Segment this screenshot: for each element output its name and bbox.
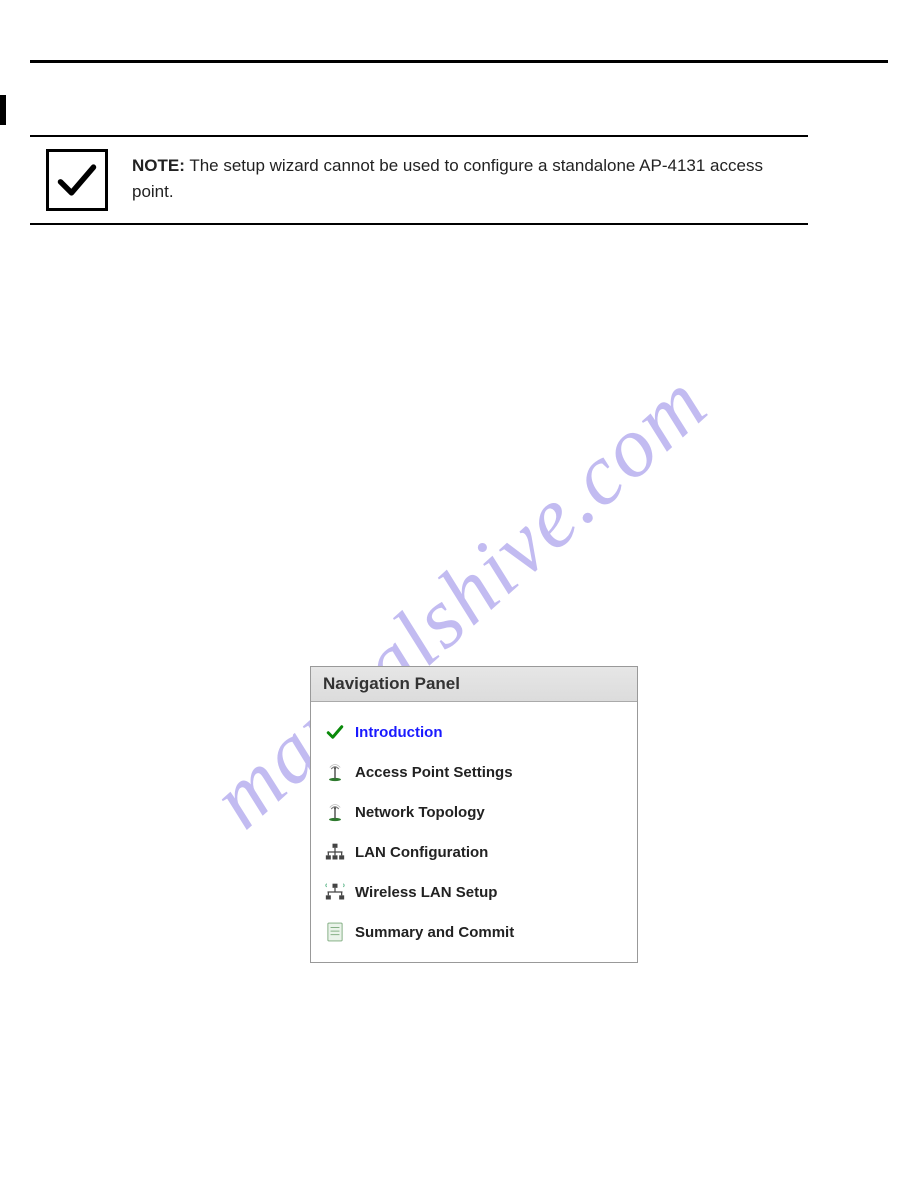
check-icon (325, 722, 345, 742)
nav-item-network-topology[interactable]: Network Topology (319, 792, 629, 832)
antenna-icon (325, 802, 345, 822)
nav-item-label: Network Topology (355, 804, 485, 821)
wlan-icon (325, 882, 345, 902)
nav-item-label: Wireless LAN Setup (355, 884, 497, 901)
note-block: NOTE: The setup wizard cannot be used to… (30, 135, 808, 225)
nav-item-label: Introduction (355, 724, 442, 741)
nav-item-label: Access Point Settings (355, 764, 513, 781)
top-rule (30, 60, 888, 63)
nav-item-access-point-settings[interactable]: Access Point Settings (319, 752, 629, 792)
note-body: The setup wizard cannot be used to confi… (132, 156, 763, 201)
antenna-icon (325, 762, 345, 782)
note-check-icon (46, 149, 108, 211)
side-tab-marker (0, 95, 6, 125)
lan-icon (325, 842, 345, 862)
note-text: NOTE: The setup wizard cannot be used to… (132, 149, 808, 204)
document-icon (325, 922, 345, 942)
navigation-panel-list: Introduction Access Point Settings (311, 702, 637, 962)
nav-item-introduction[interactable]: Introduction (319, 712, 629, 752)
nav-item-wireless-lan-setup[interactable]: Wireless LAN Setup (319, 872, 629, 912)
navigation-panel-title: Navigation Panel (311, 667, 637, 702)
nav-item-lan-configuration[interactable]: LAN Configuration (319, 832, 629, 872)
navigation-panel: Navigation Panel Introduction (310, 666, 638, 963)
note-label: NOTE: (132, 156, 185, 175)
nav-item-label: Summary and Commit (355, 924, 514, 941)
nav-item-summary-and-commit[interactable]: Summary and Commit (319, 912, 629, 952)
nav-item-label: LAN Configuration (355, 844, 488, 861)
